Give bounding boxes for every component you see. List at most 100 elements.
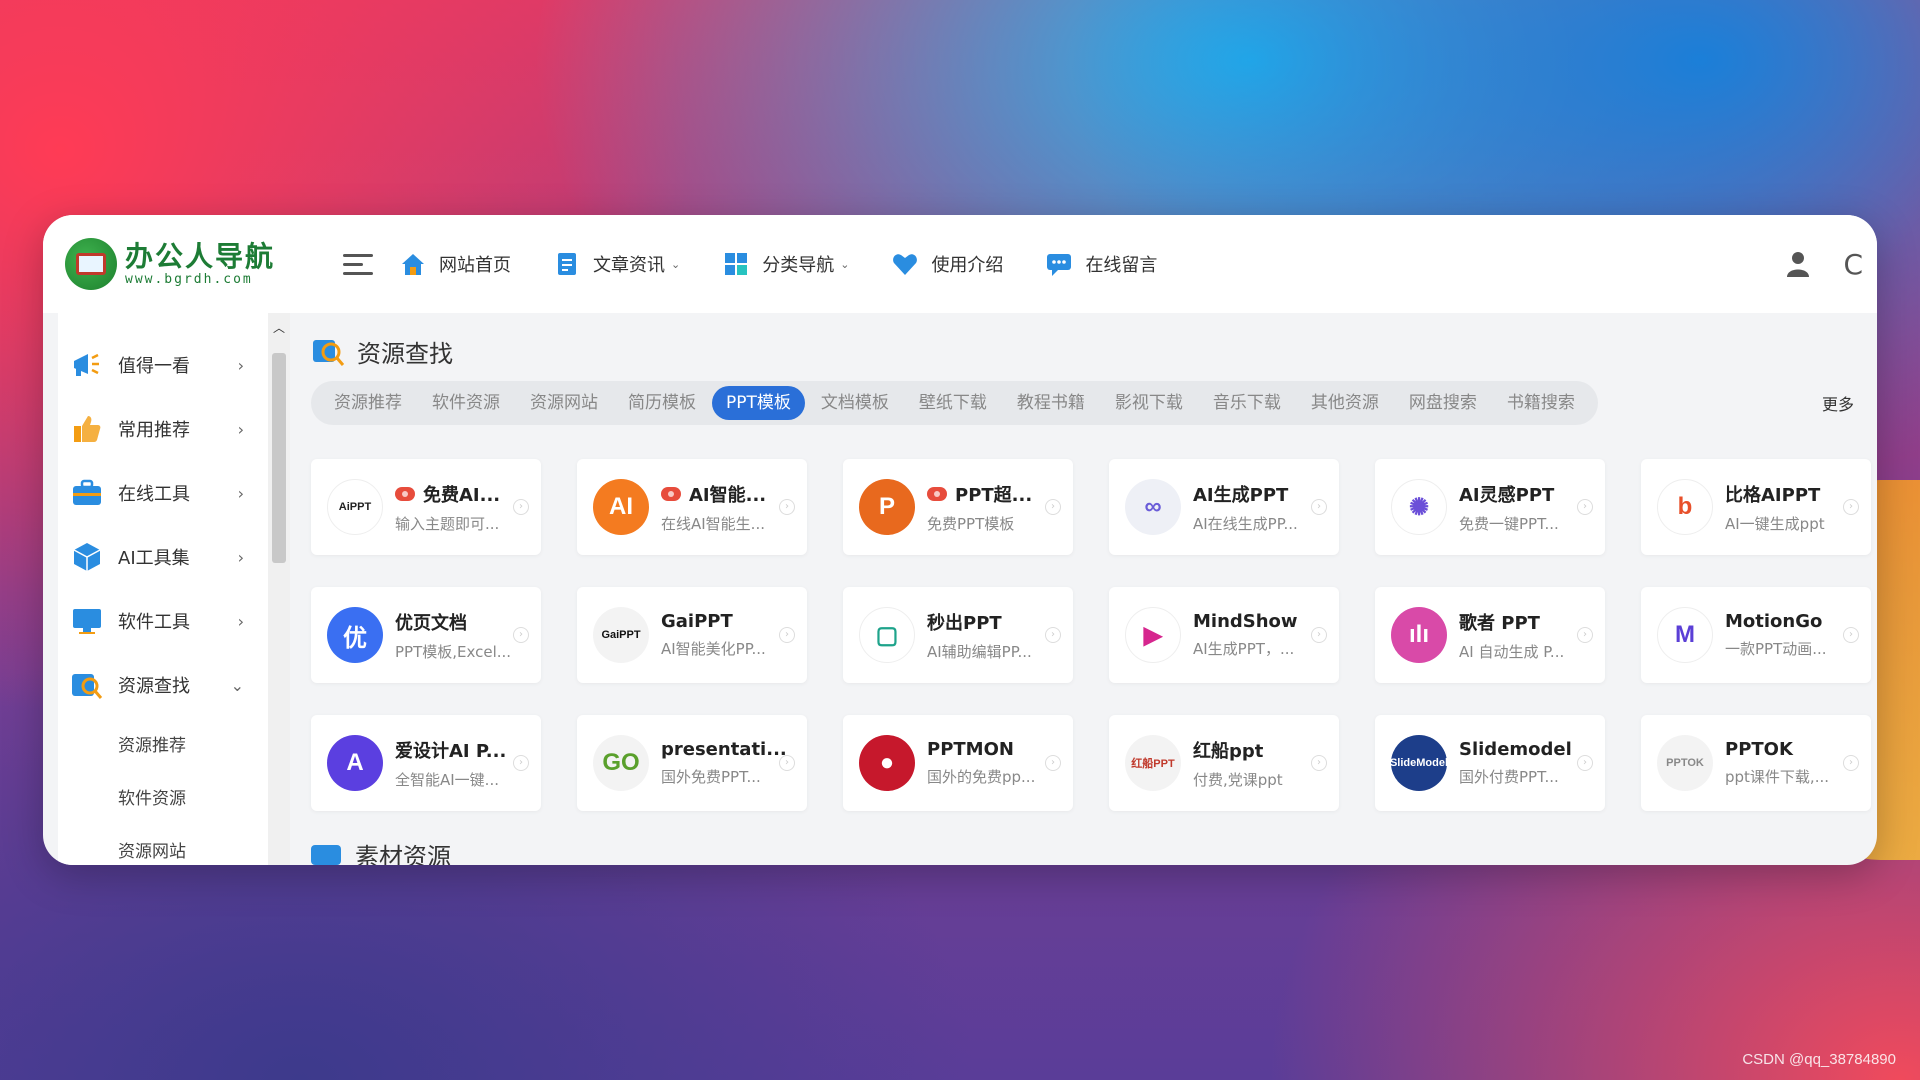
sidebar-item-label: 在线工具 — [118, 484, 190, 505]
resource-card[interactable]: M MotionGo 一款PPT动画... › — [1641, 587, 1871, 683]
tab-12[interactable]: 网盘搜索 — [1395, 386, 1491, 420]
tab-1[interactable]: 资源推荐 — [320, 386, 416, 420]
chevron-down-icon: ⌄ — [840, 257, 850, 271]
nav-item-1[interactable]: 网站首页 — [399, 250, 511, 278]
resource-card[interactable]: ▢ 秒出PPT AI辅助编辑PP... › — [843, 587, 1073, 683]
go-arrow-icon[interactable]: › — [1843, 499, 1859, 515]
go-arrow-icon[interactable]: › — [1045, 499, 1061, 515]
card-description: PPT模板,Excel... — [395, 642, 512, 661]
resource-card[interactable]: GO presentati... 国外免费PPT... › — [577, 715, 807, 811]
card-name: AI智能... — [689, 484, 767, 506]
resource-card[interactable]: ✺ AI灵感PPT 免费一键PPT... › — [1375, 459, 1605, 555]
card-grid: AiPPT 免费AI... 输入主题即可... › AI AI智能... 在线AI智能生..… — [311, 459, 1871, 811]
nav-item-5[interactable]: 在线留言 — [1045, 250, 1157, 278]
sidebar-item-4[interactable]: AI工具集 › — [58, 525, 268, 589]
card-name: PPTOK — [1725, 739, 1793, 760]
card-logo-icon: 优 — [327, 607, 383, 663]
resource-card[interactable]: SlideModel Slidemodel 国外付费PPT... › — [1375, 715, 1605, 811]
nav-label: 在线留言 — [1085, 255, 1158, 276]
card-description: 付费,党课ppt — [1193, 770, 1283, 789]
watermark: CSDN @qq_38784890 — [1742, 1051, 1896, 1068]
sidebar-scrollbar[interactable]: ︿ — [268, 313, 290, 865]
home-icon — [399, 250, 427, 278]
tab-5[interactable]: PPT模板 — [712, 386, 805, 420]
sidebar-item-2[interactable]: 常用推荐 › — [58, 397, 268, 461]
card-logo-icon: M — [1657, 607, 1713, 663]
tab-8[interactable]: 教程书籍 — [1003, 386, 1099, 420]
go-arrow-icon[interactable]: › — [1843, 627, 1859, 643]
resource-card[interactable]: ● PPTMON 国外的免费pp... › — [843, 715, 1073, 811]
sidebar-item-label: 常用推荐 — [118, 420, 190, 441]
go-arrow-icon[interactable]: › — [1045, 755, 1061, 771]
card-name: MotionGo — [1725, 611, 1823, 632]
sidebar-item-6[interactable]: 资源查找 ⌄ — [58, 653, 268, 717]
card-description: 全智能AI一键... — [395, 770, 499, 789]
tab-6[interactable]: 文档模板 — [807, 386, 903, 420]
go-arrow-icon[interactable]: › — [1311, 755, 1327, 771]
resource-card[interactable]: A 爱设计AI P... 全智能AI一键... › — [311, 715, 541, 811]
go-arrow-icon[interactable]: › — [779, 627, 795, 643]
tab-4[interactable]: 简历模板 — [614, 386, 710, 420]
user-icon[interactable] — [1783, 249, 1813, 279]
card-description: 国外的免费pp... — [927, 768, 1036, 786]
hot-badge-icon — [395, 486, 415, 501]
tab-9[interactable]: 影视下载 — [1101, 386, 1197, 420]
card-name: Slidemodel — [1459, 739, 1572, 760]
go-arrow-icon[interactable]: › — [513, 755, 529, 771]
sidebar-subitem-3[interactable]: 资源网站 — [58, 823, 268, 865]
resource-card[interactable]: GaiPPT GaiPPT AI智能美化PP... › — [577, 587, 807, 683]
card-logo-icon: ▢ — [859, 607, 915, 663]
resource-card[interactable]: P PPT超... 免费PPT模板 › — [843, 459, 1073, 555]
refresh-icon[interactable]: C — [1843, 248, 1863, 281]
resource-card[interactable]: 优优页文档 PPT模板,Excel... › — [311, 587, 541, 683]
resource-card[interactable]: AI AI智能... 在线AI智能生... › — [577, 459, 807, 555]
resource-card[interactable]: ∞ AI生成PPT AI在线生成PP... › — [1109, 459, 1339, 555]
nav-label: 分类导航 — [762, 255, 835, 276]
card-name: GaiPPT — [661, 611, 733, 632]
nav-item-3[interactable]: 分类导航 ⌄ — [722, 250, 849, 278]
site-logo[interactable]: 办公人导航 www.bgrdh.com — [65, 238, 305, 290]
chevron-down-icon: ⌄ — [671, 257, 681, 271]
card-logo-icon: SlideModel — [1390, 735, 1448, 791]
sidebar-subitem-1[interactable]: 资源推荐 — [58, 717, 268, 770]
sidebar-item-5[interactable]: 软件工具 › — [58, 589, 268, 653]
resource-card[interactable]: 红船PPT 红船ppt 付费,党课ppt › — [1109, 715, 1339, 811]
nav-item-4[interactable]: 使用介绍 — [891, 250, 1003, 278]
go-arrow-icon[interactable]: › — [1843, 755, 1859, 771]
go-arrow-icon[interactable]: › — [1045, 627, 1061, 643]
resource-card[interactable]: AiPPT 免费AI... 输入主题即可... › — [311, 459, 541, 555]
card-logo-icon: b — [1657, 479, 1713, 535]
resource-card[interactable]: ▶ MindShow AI生成PPT，... › — [1109, 587, 1339, 683]
go-arrow-icon[interactable]: › — [1311, 499, 1327, 515]
scroll-up-icon[interactable]: ︿ — [268, 319, 290, 336]
resource-card[interactable]: PPTOK PPTOK ppt课件下载,... › — [1641, 715, 1871, 811]
sidebar-item-3[interactable]: 在线工具 › — [58, 461, 268, 525]
resource-card[interactable]: ılı 歌者 PPT AI 自动生成 P... › — [1375, 587, 1605, 683]
go-arrow-icon[interactable]: › — [779, 499, 795, 515]
card-name: 比格AIPPT — [1725, 484, 1821, 506]
more-link[interactable]: 更多 — [1822, 391, 1854, 415]
go-arrow-icon[interactable]: › — [513, 499, 529, 515]
go-arrow-icon[interactable]: › — [1311, 627, 1327, 643]
card-name: AI灵感PPT — [1459, 484, 1555, 506]
scrollbar-thumb[interactable] — [272, 353, 286, 563]
go-arrow-icon[interactable]: › — [1577, 627, 1593, 643]
tab-10[interactable]: 音乐下载 — [1199, 386, 1295, 420]
sidebar-subitem-2[interactable]: 软件资源 — [58, 770, 268, 823]
section-heading: 资源查找 — [311, 331, 1862, 371]
go-arrow-icon[interactable]: › — [779, 755, 795, 771]
tab-2[interactable]: 软件资源 — [418, 386, 514, 420]
tab-13[interactable]: 书籍搜索 — [1493, 386, 1589, 420]
go-arrow-icon[interactable]: › — [513, 627, 529, 643]
go-arrow-icon[interactable]: › — [1577, 499, 1593, 515]
resource-card[interactable]: b 比格AIPPT AI一键生成ppt › — [1641, 459, 1871, 555]
menu-toggle-icon[interactable] — [343, 253, 373, 275]
tab-3[interactable]: 资源网站 — [516, 386, 612, 420]
nav-label: 网站首页 — [439, 255, 511, 276]
nav-item-2[interactable]: 文章资讯 ⌄ — [553, 250, 680, 278]
sidebar-item-1[interactable]: 值得一看 › — [58, 333, 268, 397]
tab-11[interactable]: 其他资源 — [1297, 386, 1393, 420]
tab-7[interactable]: 壁纸下载 — [905, 386, 1001, 420]
card-name: 歌者 PPT — [1459, 612, 1540, 634]
go-arrow-icon[interactable]: › — [1577, 755, 1593, 771]
